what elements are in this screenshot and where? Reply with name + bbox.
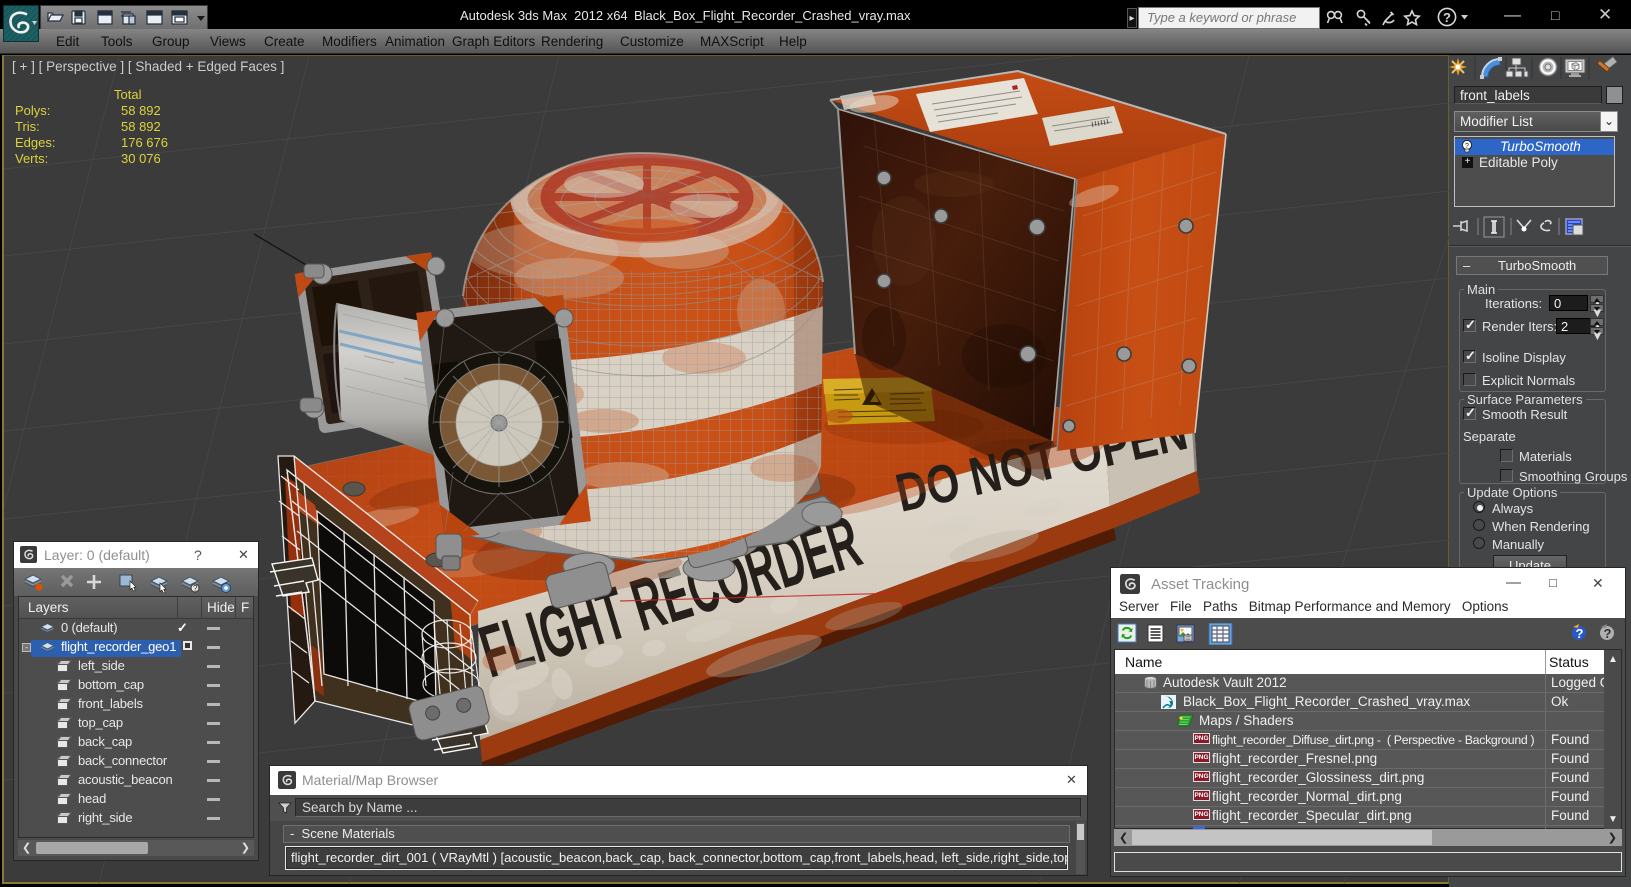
svg-text:?: ? <box>193 584 198 593</box>
svg-text:?: ? <box>1465 143 1469 150</box>
svg-text:x: x <box>900 598 907 609</box>
svg-text:?: ? <box>1604 626 1612 641</box>
svg-text:?: ? <box>1443 10 1451 25</box>
svg-text:?: ? <box>1576 626 1584 641</box>
